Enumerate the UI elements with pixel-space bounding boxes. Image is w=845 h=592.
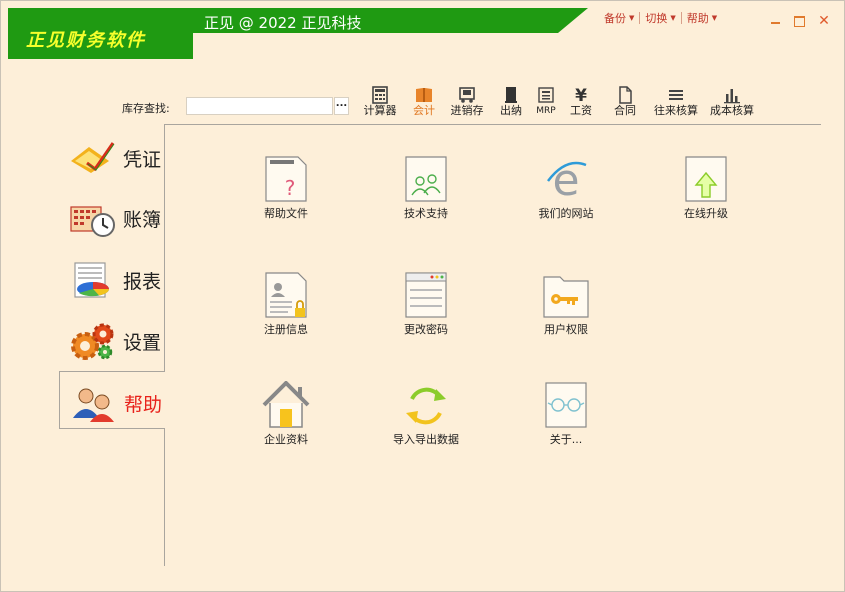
calculator-icon <box>372 86 388 104</box>
menu-separator <box>639 12 641 24</box>
chevron-down-icon: ▼ <box>711 14 718 22</box>
menu-help[interactable]: 帮助 ▼ <box>684 10 720 26</box>
registration-item[interactable]: 注册信息 <box>226 271 346 353</box>
list-icon <box>669 90 683 100</box>
website-icon: e <box>547 155 587 203</box>
sidebar-item-voucher[interactable]: 凭证 <box>59 127 165 185</box>
report-icon <box>74 262 110 298</box>
menu-backup[interactable]: 备份 ▼ <box>601 10 637 26</box>
tool-accounts[interactable]: 往来核算 <box>651 86 701 122</box>
menu-separator <box>680 12 682 24</box>
bar-chart-icon <box>724 89 740 104</box>
inventory-search-input[interactable] <box>186 97 333 115</box>
online-upgrade-item[interactable]: 在线升级 <box>646 155 766 237</box>
app-logo-text: 正见财务软件 <box>26 30 146 51</box>
key-folder-icon <box>543 276 589 318</box>
tech-support-item[interactable]: 技术支持 <box>366 155 486 237</box>
import-export-icon <box>406 387 446 425</box>
tool-calculator[interactable]: 计算器 <box>357 86 403 122</box>
close-button[interactable]: ✕ <box>816 13 832 29</box>
mrp-icon <box>538 87 554 103</box>
website-item[interactable]: e 我们的网站 <box>506 155 626 237</box>
app-title: 正见 @ 2022 正见科技 <box>204 14 362 32</box>
support-icon <box>405 156 447 202</box>
tool-payroll[interactable]: ¥ 工资 <box>565 86 597 122</box>
sidebar-item-settings[interactable]: 设置 <box>59 310 165 368</box>
change-password-item[interactable]: 更改密码 <box>366 271 486 353</box>
chevron-down-icon: ▼ <box>670 14 676 22</box>
tool-mrp[interactable]: MRP <box>531 86 561 122</box>
about-item[interactable]: 关于... <box>506 381 626 463</box>
ledger-icon <box>70 206 115 237</box>
minimize-button[interactable] <box>768 13 784 29</box>
about-icon <box>545 382 587 428</box>
book-icon <box>416 88 432 102</box>
yen-icon: ¥ <box>575 86 587 104</box>
svg-text:?: ? <box>285 176 296 200</box>
tool-accounting[interactable]: 会计 <box>407 86 441 122</box>
menu-switch[interactable]: 切换 ▼ <box>642 10 678 26</box>
tool-contract[interactable]: 合同 <box>609 86 641 122</box>
help-file-item[interactable]: ? 帮助文件 <box>226 155 346 237</box>
svg-text:¥: ¥ <box>575 86 587 104</box>
import-export-item[interactable]: 导入导出数据 <box>366 381 486 463</box>
voucher-icon <box>71 142 115 173</box>
title-band: 正见财务软件 正见 @ 2022 正见科技 <box>8 8 588 59</box>
company-info-item[interactable]: 企业资料 <box>226 381 346 463</box>
company-icon <box>262 381 310 428</box>
help-users-icon <box>73 388 114 422</box>
register-icon <box>265 272 307 318</box>
inventory-search-button[interactable]: ... <box>334 97 349 115</box>
tool-costing[interactable]: 成本核算 <box>707 86 757 122</box>
inventory-search-label: 库存查找: <box>122 102 170 115</box>
sidebar-item-help[interactable]: 帮助 <box>59 371 165 429</box>
inventory-icon <box>459 87 475 103</box>
top-menu-bar: 备份 ▼ 切换 ▼ 帮助 ▼ <box>601 10 720 26</box>
cashier-icon <box>505 87 517 103</box>
chevron-down-icon: ▼ <box>629 14 635 22</box>
close-icon: ✕ <box>818 13 830 29</box>
maximize-button[interactable] <box>791 13 807 29</box>
gear-icon <box>71 323 114 360</box>
sidebar-item-report[interactable]: 报表 <box>59 249 165 307</box>
content-divider-top <box>165 124 821 125</box>
document-icon <box>619 86 632 104</box>
tool-inventory[interactable]: 进销存 <box>447 86 487 122</box>
user-permissions-item[interactable]: 用户权限 <box>506 271 626 353</box>
main-window: 正见财务软件 正见 @ 2022 正见科技 备份 ▼ 切换 ▼ 帮助 ▼ ✕ 库存查找… <box>0 0 845 592</box>
help-file-icon: ? <box>265 156 307 202</box>
tool-cashier[interactable]: 出纳 <box>495 86 527 122</box>
password-icon <box>405 272 447 318</box>
sidebar-item-ledger[interactable]: 账簿 <box>59 187 165 245</box>
upgrade-icon <box>685 156 727 202</box>
